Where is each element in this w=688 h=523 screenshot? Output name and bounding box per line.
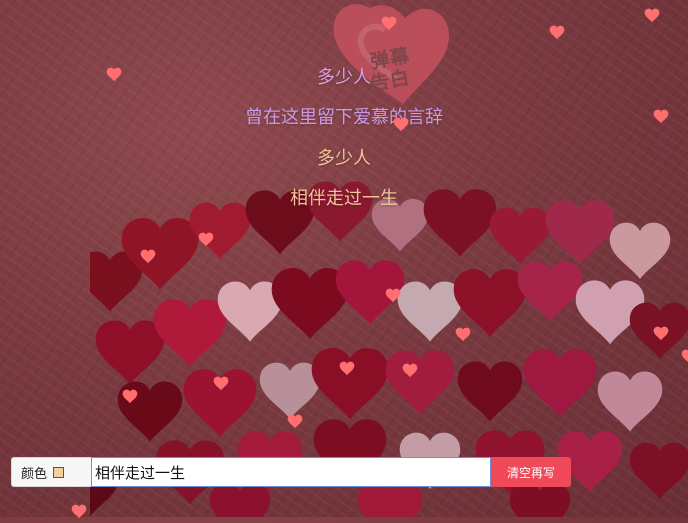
heart-icon [517, 261, 583, 322]
heart-icon [680, 348, 688, 364]
heart-icon [609, 222, 671, 279]
color-picker[interactable]: 颜色 [11, 457, 91, 487]
heart-icon [392, 116, 410, 132]
heart-icon [397, 281, 463, 342]
heart-icon [489, 207, 551, 264]
danmaku-line: 多少人 [317, 148, 371, 169]
heart-icon [629, 442, 688, 499]
heart-icon [212, 375, 230, 391]
heart-icon [384, 287, 402, 303]
color-label: 颜色 [21, 466, 48, 482]
heart-icon [259, 362, 321, 419]
heart-icon [643, 7, 661, 23]
heart-icon [523, 349, 597, 417]
heart-icon [652, 325, 670, 341]
heart-icon [209, 482, 271, 517]
heart-icon [401, 362, 419, 378]
heart-icon [454, 326, 472, 342]
clear-rewrite-button[interactable]: 清空再写 [491, 457, 571, 487]
heart-icon [197, 231, 215, 247]
heart-icon [311, 348, 389, 420]
heart-icon [95, 320, 165, 385]
heart-icon [597, 371, 663, 432]
heart-icon [385, 350, 455, 415]
heart-icon [380, 15, 398, 31]
heart-icon [548, 24, 566, 40]
heart-icon [286, 413, 304, 429]
danmaku-line: 曾在这里留下爱慕的言辞 [245, 107, 443, 128]
danmaku-text-input[interactable] [91, 457, 491, 487]
color-swatch[interactable] [53, 466, 65, 478]
danmaku-line: 多少人 [317, 67, 371, 88]
heart-icon [139, 248, 157, 264]
heart-icon [457, 361, 523, 422]
heart-icon [509, 482, 571, 517]
heart-icon [153, 299, 227, 367]
heart-icon [121, 388, 139, 404]
heart-icon [652, 108, 670, 124]
heart-icon [105, 66, 123, 82]
danmaku-line: 相伴走过一生 [290, 188, 398, 209]
danmaku-input-bar: 颜色 清空再写 [11, 457, 571, 487]
heart-icon [338, 360, 356, 376]
